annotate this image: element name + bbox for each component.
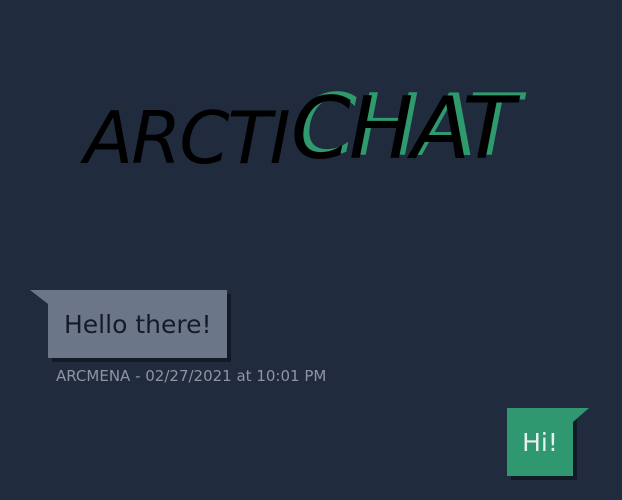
logo-text-arcti: ARCTI xyxy=(84,96,291,180)
app-logo: ARCTICHAT xyxy=(84,81,515,182)
outgoing-message-text: Hi! xyxy=(522,427,558,457)
incoming-message-text: Hello there! xyxy=(64,309,212,339)
message-meta: ARCMENA - 02/27/2021 at 10:01 PM xyxy=(56,367,327,385)
outgoing-message-bubble: Hi! xyxy=(507,408,589,476)
bubble-tail xyxy=(30,290,48,304)
logo-text-chat: CHAT xyxy=(290,79,515,179)
bubble-tail xyxy=(573,408,589,422)
incoming-message-bubble: Hello there! xyxy=(30,290,228,358)
